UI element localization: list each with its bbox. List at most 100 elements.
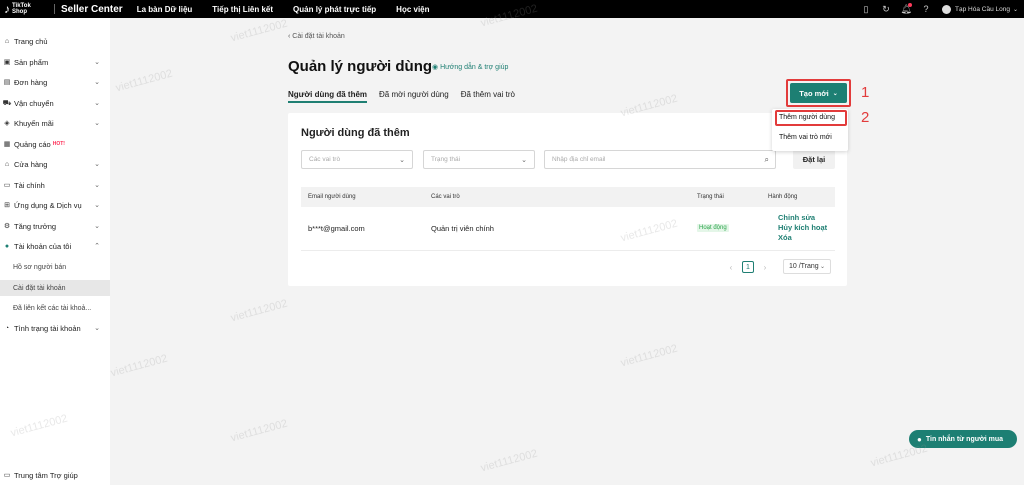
bell-icon[interactable]: 🔔︎ xyxy=(900,3,913,15)
email-search-input[interactable]: Nhập địa chỉ email ⌕ xyxy=(544,150,776,169)
buyer-messages-label: Tin nhắn từ người mua xyxy=(925,435,1004,443)
sidebar-item-label: Hồ sơ người bán xyxy=(13,263,67,271)
lightbulb-icon: ◉ xyxy=(432,64,441,71)
menu-item-add-role[interactable]: Thêm vai trò mới xyxy=(779,134,832,141)
sidebar-item-orders[interactable]: ▤ Đơn hàng ⌄ xyxy=(0,75,110,89)
column-header-actions: Hành động xyxy=(768,194,798,200)
sidebar-item-shipping[interactable]: ⛟ Vận chuyển ⌄ xyxy=(0,96,110,110)
sidebar-item-help-center[interactable]: ▭ Trung tâm Trợ giúp xyxy=(0,468,110,482)
hot-badge: HOT! xyxy=(52,141,65,147)
store-name: Tạp Hóa Cầu Long xyxy=(955,5,1010,13)
brand-title[interactable]: Seller Center xyxy=(61,4,123,15)
promo-icon: ◈ xyxy=(4,120,10,127)
tab-bar: Người dùng đã thêm Đã mời người dùng Đã … xyxy=(288,90,527,103)
chevron-down-icon: ⌄ xyxy=(399,156,405,164)
phone-icon[interactable]: ▯ xyxy=(860,3,872,15)
sidebar-item-account[interactable]: ● Tài khoản của tôi ⌃ xyxy=(0,239,110,253)
tiktok-shop-logo[interactable]: ♪ TikTok Shop xyxy=(4,2,50,16)
sidebar-subitem-account-settings[interactable]: Cài đặt tài khoản xyxy=(0,280,110,296)
box-icon: ▣ xyxy=(3,59,11,66)
sidebar-item-label: Tài khoản của tôi xyxy=(14,241,72,251)
sidebar-item-label: Tăng trưởng xyxy=(14,221,57,231)
buyer-messages-button[interactable]: ● Tin nhắn từ người mua xyxy=(909,430,1017,448)
chevron-down-icon: ⌄ xyxy=(94,100,100,107)
search-icon[interactable]: ⌕ xyxy=(765,155,769,165)
status-select-placeholder: Trạng thái xyxy=(431,156,461,163)
tab-added-users[interactable]: Người dùng đã thêm xyxy=(288,90,368,103)
top-right-tools: ▯ ↻ 🔔︎ ? Tạp Hóa Cầu Long ⌄ xyxy=(852,0,1018,18)
edit-link[interactable]: Chỉnh sửa xyxy=(778,213,815,222)
status-icon: ◔ xyxy=(4,324,10,332)
chevron-down-icon: ⌄ xyxy=(94,202,100,209)
watermark: viet1112002 xyxy=(114,67,174,95)
avatar xyxy=(942,4,952,14)
table-header: Email người dùng Các vai trò Trạng thái … xyxy=(301,187,835,207)
refresh-icon[interactable]: ↻ xyxy=(880,3,892,15)
table-row: b***t@gmail.com Quản trị viên chính Hoạt… xyxy=(301,207,835,251)
annotation-box-1 xyxy=(786,79,851,107)
account-icon: ● xyxy=(4,242,10,250)
role-select[interactable]: Các vai trò ⌄ xyxy=(301,150,413,169)
sidebar: ⌂ Trang chủ ▣ Sản phẩm ⌄ ▤ Đơn hàng ⌄ ⛟ … xyxy=(0,18,110,485)
chevron-down-icon: ⌄ xyxy=(819,264,825,270)
sidebar-subitem-linked-accounts[interactable]: Đã liên kết các tài khoả... xyxy=(0,301,110,315)
help-icon[interactable]: ? xyxy=(920,3,932,15)
watermark: viet1112002 xyxy=(479,447,539,475)
nav-data-compass[interactable]: La bàn Dữ liệu xyxy=(137,5,193,14)
deactivate-link[interactable]: Hủy kích hoạt xyxy=(778,223,827,232)
chevron-up-icon: ⌃ xyxy=(94,243,100,250)
sidebar-item-label: Khuyến mãi xyxy=(14,118,54,128)
chevron-down-icon: ⌄ xyxy=(94,79,100,86)
watermark: viet1112002 xyxy=(229,297,289,325)
reset-button[interactable]: Đặt lại xyxy=(793,150,835,169)
annotation-box-2 xyxy=(775,110,847,126)
chevron-down-icon: ⌄ xyxy=(1012,6,1018,13)
finance-icon: ▭ xyxy=(3,182,11,189)
sidebar-item-store[interactable]: ⌂ Cửa hàng ⌄ xyxy=(0,157,110,171)
sidebar-item-products[interactable]: ▣ Sản phẩm ⌄ xyxy=(0,55,110,69)
column-header-roles: Các vai trò xyxy=(431,194,460,200)
sidebar-item-label: Vận chuyển xyxy=(14,98,54,108)
store-icon: ⌂ xyxy=(4,160,10,168)
next-page-button[interactable]: › xyxy=(759,261,771,273)
column-header-status: Trạng thái xyxy=(697,194,724,200)
sidebar-item-account-status[interactable]: ◔ Tình trạng tài khoản ⌄ xyxy=(0,321,110,335)
truck-icon: ⛟ xyxy=(2,99,12,107)
page-size-select[interactable]: 10 /Trang ⌄ xyxy=(783,259,831,274)
order-icon: ▤ xyxy=(3,79,11,86)
sidebar-item-finance[interactable]: ▭ Tài chính ⌄ xyxy=(0,178,110,192)
sidebar-item-promotions[interactable]: ◈ Khuyến mãi ⌄ xyxy=(0,116,110,130)
nav-live-management[interactable]: Quản lý phát trực tiếp xyxy=(293,5,376,14)
breadcrumb[interactable]: ‹ Cài đặt tài khoản xyxy=(288,33,345,40)
help-center-icon: ▭ xyxy=(3,472,11,479)
tiktok-icon: ♪ xyxy=(4,2,10,16)
chevron-down-icon: ⌄ xyxy=(94,59,100,66)
tab-invited-users[interactable]: Đã mời người dùng xyxy=(379,90,449,103)
sidebar-item-label: Sản phẩm xyxy=(14,57,49,67)
chevron-down-icon: ⌄ xyxy=(94,223,100,230)
apps-icon: ⊞ xyxy=(4,202,10,209)
help-link[interactable]: ◉ Hướng dẫn & trợ giúp xyxy=(432,63,508,71)
delete-link[interactable]: Xóa xyxy=(778,233,792,242)
logo-line-2: Shop xyxy=(12,9,27,15)
status-select[interactable]: Trạng thái ⌄ xyxy=(423,150,535,169)
sidebar-item-label: Cài đặt tài khoản xyxy=(13,284,66,292)
tab-added-roles[interactable]: Đã thêm vai trò xyxy=(461,90,515,103)
store-menu[interactable]: Tạp Hóa Cầu Long ⌄ xyxy=(942,4,1018,14)
nav-affiliate[interactable]: Tiếp thị Liên kết xyxy=(212,5,273,14)
annotation-number-1: 1 xyxy=(861,84,870,101)
chevron-down-icon: ⌄ xyxy=(521,156,527,164)
page-size-label: 10 /Trang xyxy=(789,263,819,270)
home-icon: ⌂ xyxy=(4,37,10,45)
sidebar-item-ads[interactable]: ▦ Quảng cáo HOT! xyxy=(0,137,110,151)
page-number-button[interactable]: 1 xyxy=(742,261,754,273)
sidebar-item-apps[interactable]: ⊞ Ứng dụng & Dịch vụ ⌄ xyxy=(0,198,110,212)
sidebar-item-growth[interactable]: ⚙ Tăng trưởng ⌄ xyxy=(0,219,110,233)
sidebar-item-home[interactable]: ⌂ Trang chủ xyxy=(0,34,110,48)
sidebar-subitem-seller-profile[interactable]: Hồ sơ người bán xyxy=(0,260,110,274)
nav-academy[interactable]: Học viện xyxy=(396,5,429,14)
sidebar-item-label: Trung tâm Trợ giúp xyxy=(14,470,78,480)
card-title: Người dùng đã thêm xyxy=(301,127,410,139)
watermark: viet1112002 xyxy=(619,342,679,370)
prev-page-button[interactable]: ‹ xyxy=(725,261,737,273)
